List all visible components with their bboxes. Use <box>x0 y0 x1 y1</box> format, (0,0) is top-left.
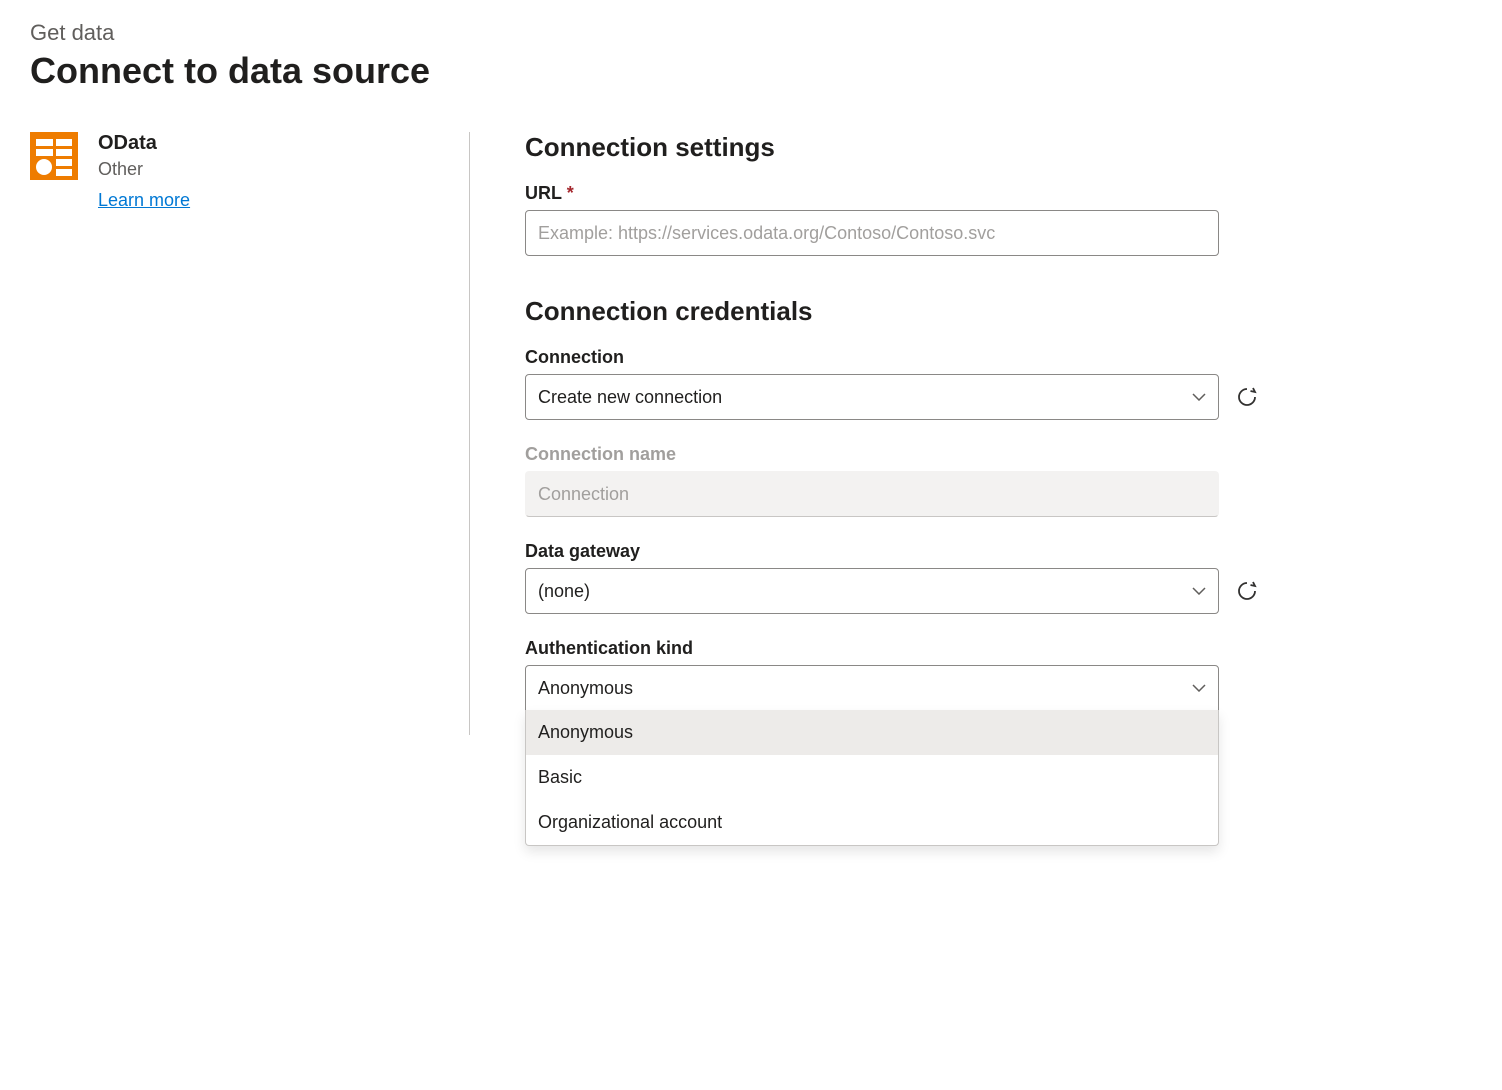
refresh-gateway-button[interactable] <box>1233 577 1261 605</box>
connector-name: OData <box>98 132 190 155</box>
refresh-icon <box>1235 385 1259 409</box>
url-input[interactable] <box>525 210 1219 256</box>
chevron-down-icon <box>1192 587 1206 595</box>
odata-connector-icon <box>30 132 78 180</box>
chevron-down-icon <box>1192 393 1206 401</box>
connection-settings-heading: Connection settings <box>525 132 1270 163</box>
data-gateway-dropdown[interactable]: (none) <box>525 568 1219 614</box>
data-gateway-label: Data gateway <box>525 541 1270 562</box>
required-mark: * <box>567 183 574 203</box>
breadcrumb: Get data <box>30 20 1472 46</box>
connection-name-input <box>525 471 1219 517</box>
auth-option-basic[interactable]: Basic <box>526 755 1218 800</box>
auth-kind-dropdown-list: Anonymous Basic Organizational account <box>525 710 1219 846</box>
page-title: Connect to data source <box>30 50 1472 92</box>
auth-option-organizational[interactable]: Organizational account <box>526 800 1218 845</box>
refresh-connection-button[interactable] <box>1233 383 1261 411</box>
data-gateway-dropdown-value: (none) <box>538 581 590 602</box>
chevron-down-icon <box>1192 684 1206 692</box>
connection-dropdown[interactable]: Create new connection <box>525 374 1219 420</box>
auth-kind-dropdown-value: Anonymous <box>538 678 633 699</box>
connector-panel: OData Other Learn more <box>30 132 470 735</box>
auth-kind-dropdown[interactable]: Anonymous Anonymous Basic Organizational… <box>525 665 1219 711</box>
connection-credentials-heading: Connection credentials <box>525 296 1270 327</box>
learn-more-link[interactable]: Learn more <box>98 190 190 211</box>
connection-label: Connection <box>525 347 1270 368</box>
connection-name-label: Connection name <box>525 444 1270 465</box>
connection-dropdown-value: Create new connection <box>538 387 722 408</box>
connector-category: Other <box>98 159 190 180</box>
auth-kind-label: Authentication kind <box>525 638 1270 659</box>
auth-option-anonymous[interactable]: Anonymous <box>526 710 1218 755</box>
url-label: URL * <box>525 183 1270 204</box>
refresh-icon <box>1235 579 1259 603</box>
